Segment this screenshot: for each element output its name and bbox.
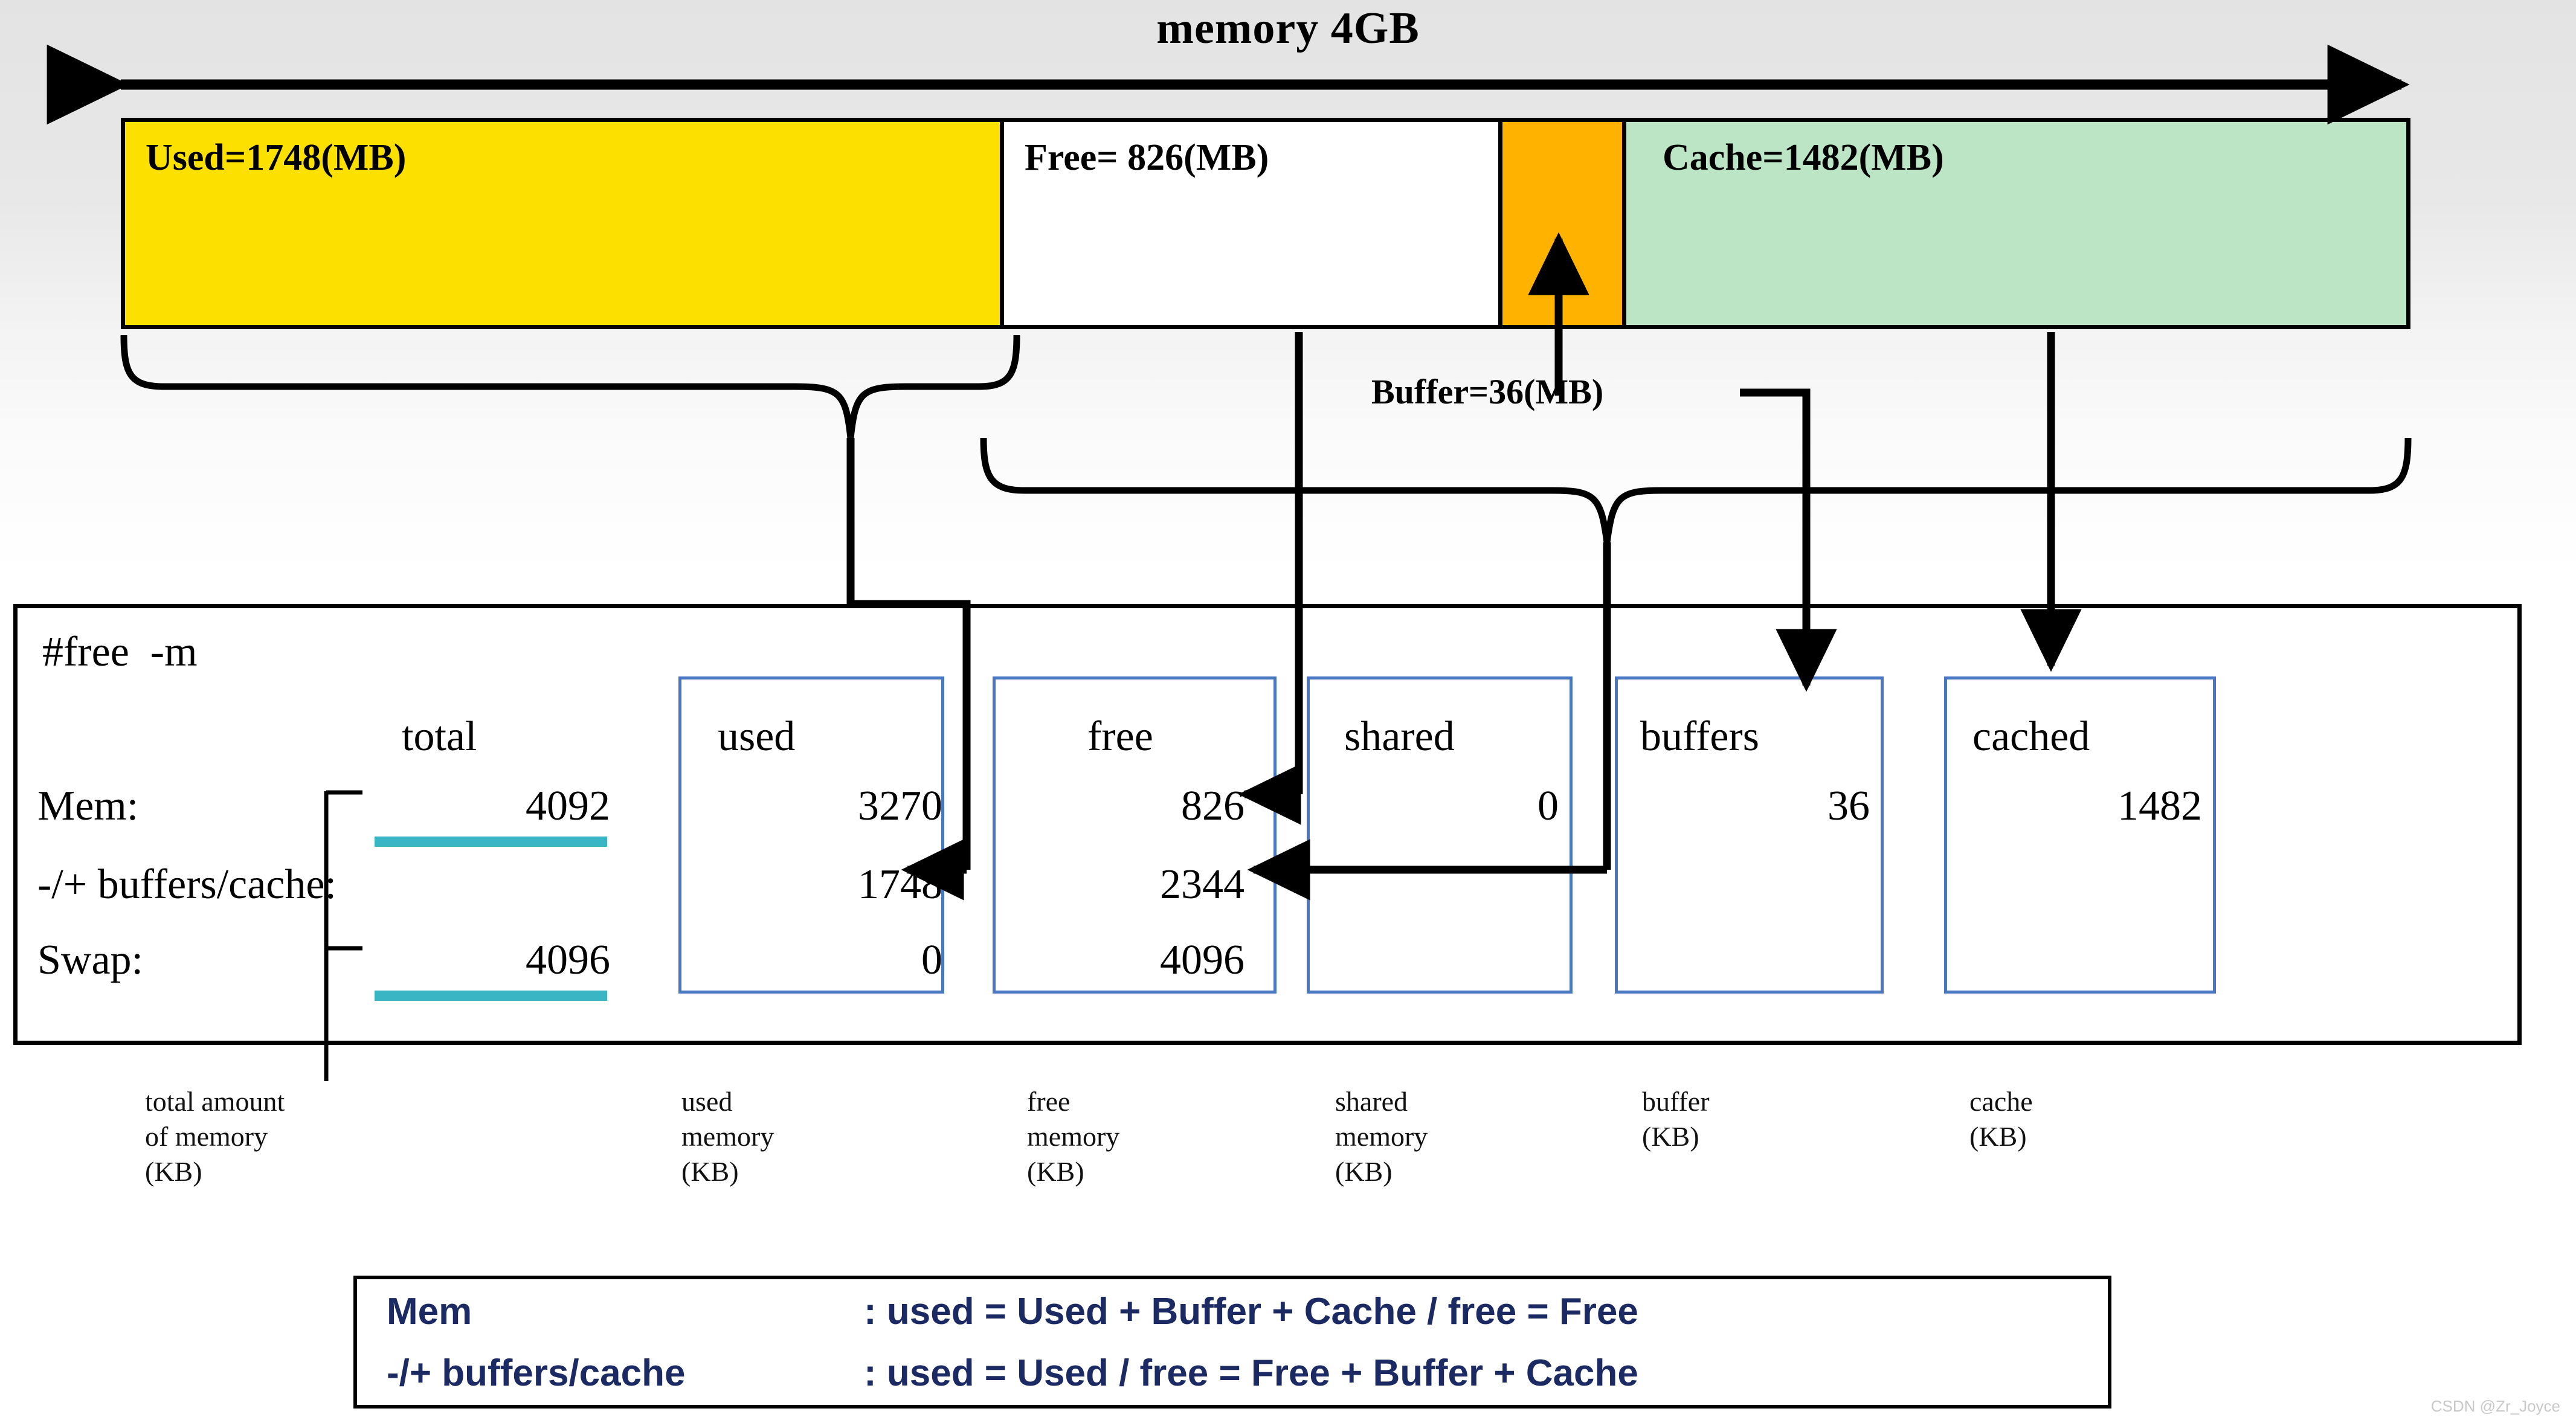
formula-line1-label: Mem [387,1291,472,1332]
memory-segment-free-label: Free= 826(MB) [1025,137,1269,178]
column-header-free: free [1087,713,1153,760]
cell-mem-free: 826 [1181,783,1245,829]
cell-mem-total: 4092 [526,783,610,829]
caption-used: used memory (KB) [681,1086,774,1187]
cell-swap-total: 4096 [526,937,610,983]
column-header-used: used [718,713,796,760]
total-underline-swap [375,991,607,1001]
formula-line2-content: : used = Used / free = Free + Buffer + C… [864,1352,1638,1394]
caption-total: total amount of memory (KB) [145,1086,285,1187]
row-label-mem: Mem: [37,783,139,829]
cell-mem-cached: 1482 [2117,783,2202,829]
caption-shared: shared memory (KB) [1335,1086,1428,1187]
column-header-total: total [402,713,477,760]
column-header-shared: shared [1344,713,1455,760]
caption-buffer: buffer (KB) [1642,1086,1710,1152]
caption-cache: cache (KB) [1969,1086,2033,1152]
memory-segment-used: Used=1748(MB) [125,122,1004,325]
memory-segment-used-label: Used=1748(MB) [146,137,407,178]
column-header-cached: cached [1972,713,2090,760]
page-title: memory 4GB [1156,4,1420,53]
cell-mem-used: 3270 [858,783,942,829]
terminal-command: #free -m [42,629,198,675]
memory-segment-free: Free= 826(MB) [1004,122,1502,325]
cell-mem-shared: 0 [1538,783,1559,829]
memory-segment-cache-label: Cache=1482(MB) [1663,137,1944,178]
brace-free-buffer-cache [980,437,2412,543]
cell-swap-used: 0 [921,937,942,983]
memory-bar: Used=1748(MB) Free= 826(MB) Cache=1482(M… [121,118,2410,329]
row-label-swap: Swap: [37,937,143,983]
diagram-canvas: memory 4GB Used=1748(MB) Free= 826(MB) C… [0,0,2576,1423]
caption-free: free memory (KB) [1027,1086,1120,1187]
buffer-callout-label: Buffer=36(MB) [1371,372,1604,411]
cell-swap-free: 4096 [1160,937,1245,983]
total-underline-mem [375,837,607,847]
formula-line2-label: -/+ buffers/cache [387,1352,686,1394]
row-label-buffers: -/+ buffers/cache: [37,861,336,908]
watermark: CSDN @Zr_Joyce [2430,1397,2560,1415]
brace-used [120,335,1020,438]
formula-line1-content: : used = Used + Buffer + Cache / free = … [864,1291,1638,1332]
memory-segment-cache: Cache=1482(MB) [1626,122,2406,325]
cell-buffers-free: 2344 [1160,861,1245,908]
cell-buffers-used: 1748 [858,861,942,908]
cell-mem-buffers: 36 [1827,783,1870,829]
memory-segment-buffer [1502,122,1626,325]
column-header-buffers: buffers [1640,713,1759,760]
